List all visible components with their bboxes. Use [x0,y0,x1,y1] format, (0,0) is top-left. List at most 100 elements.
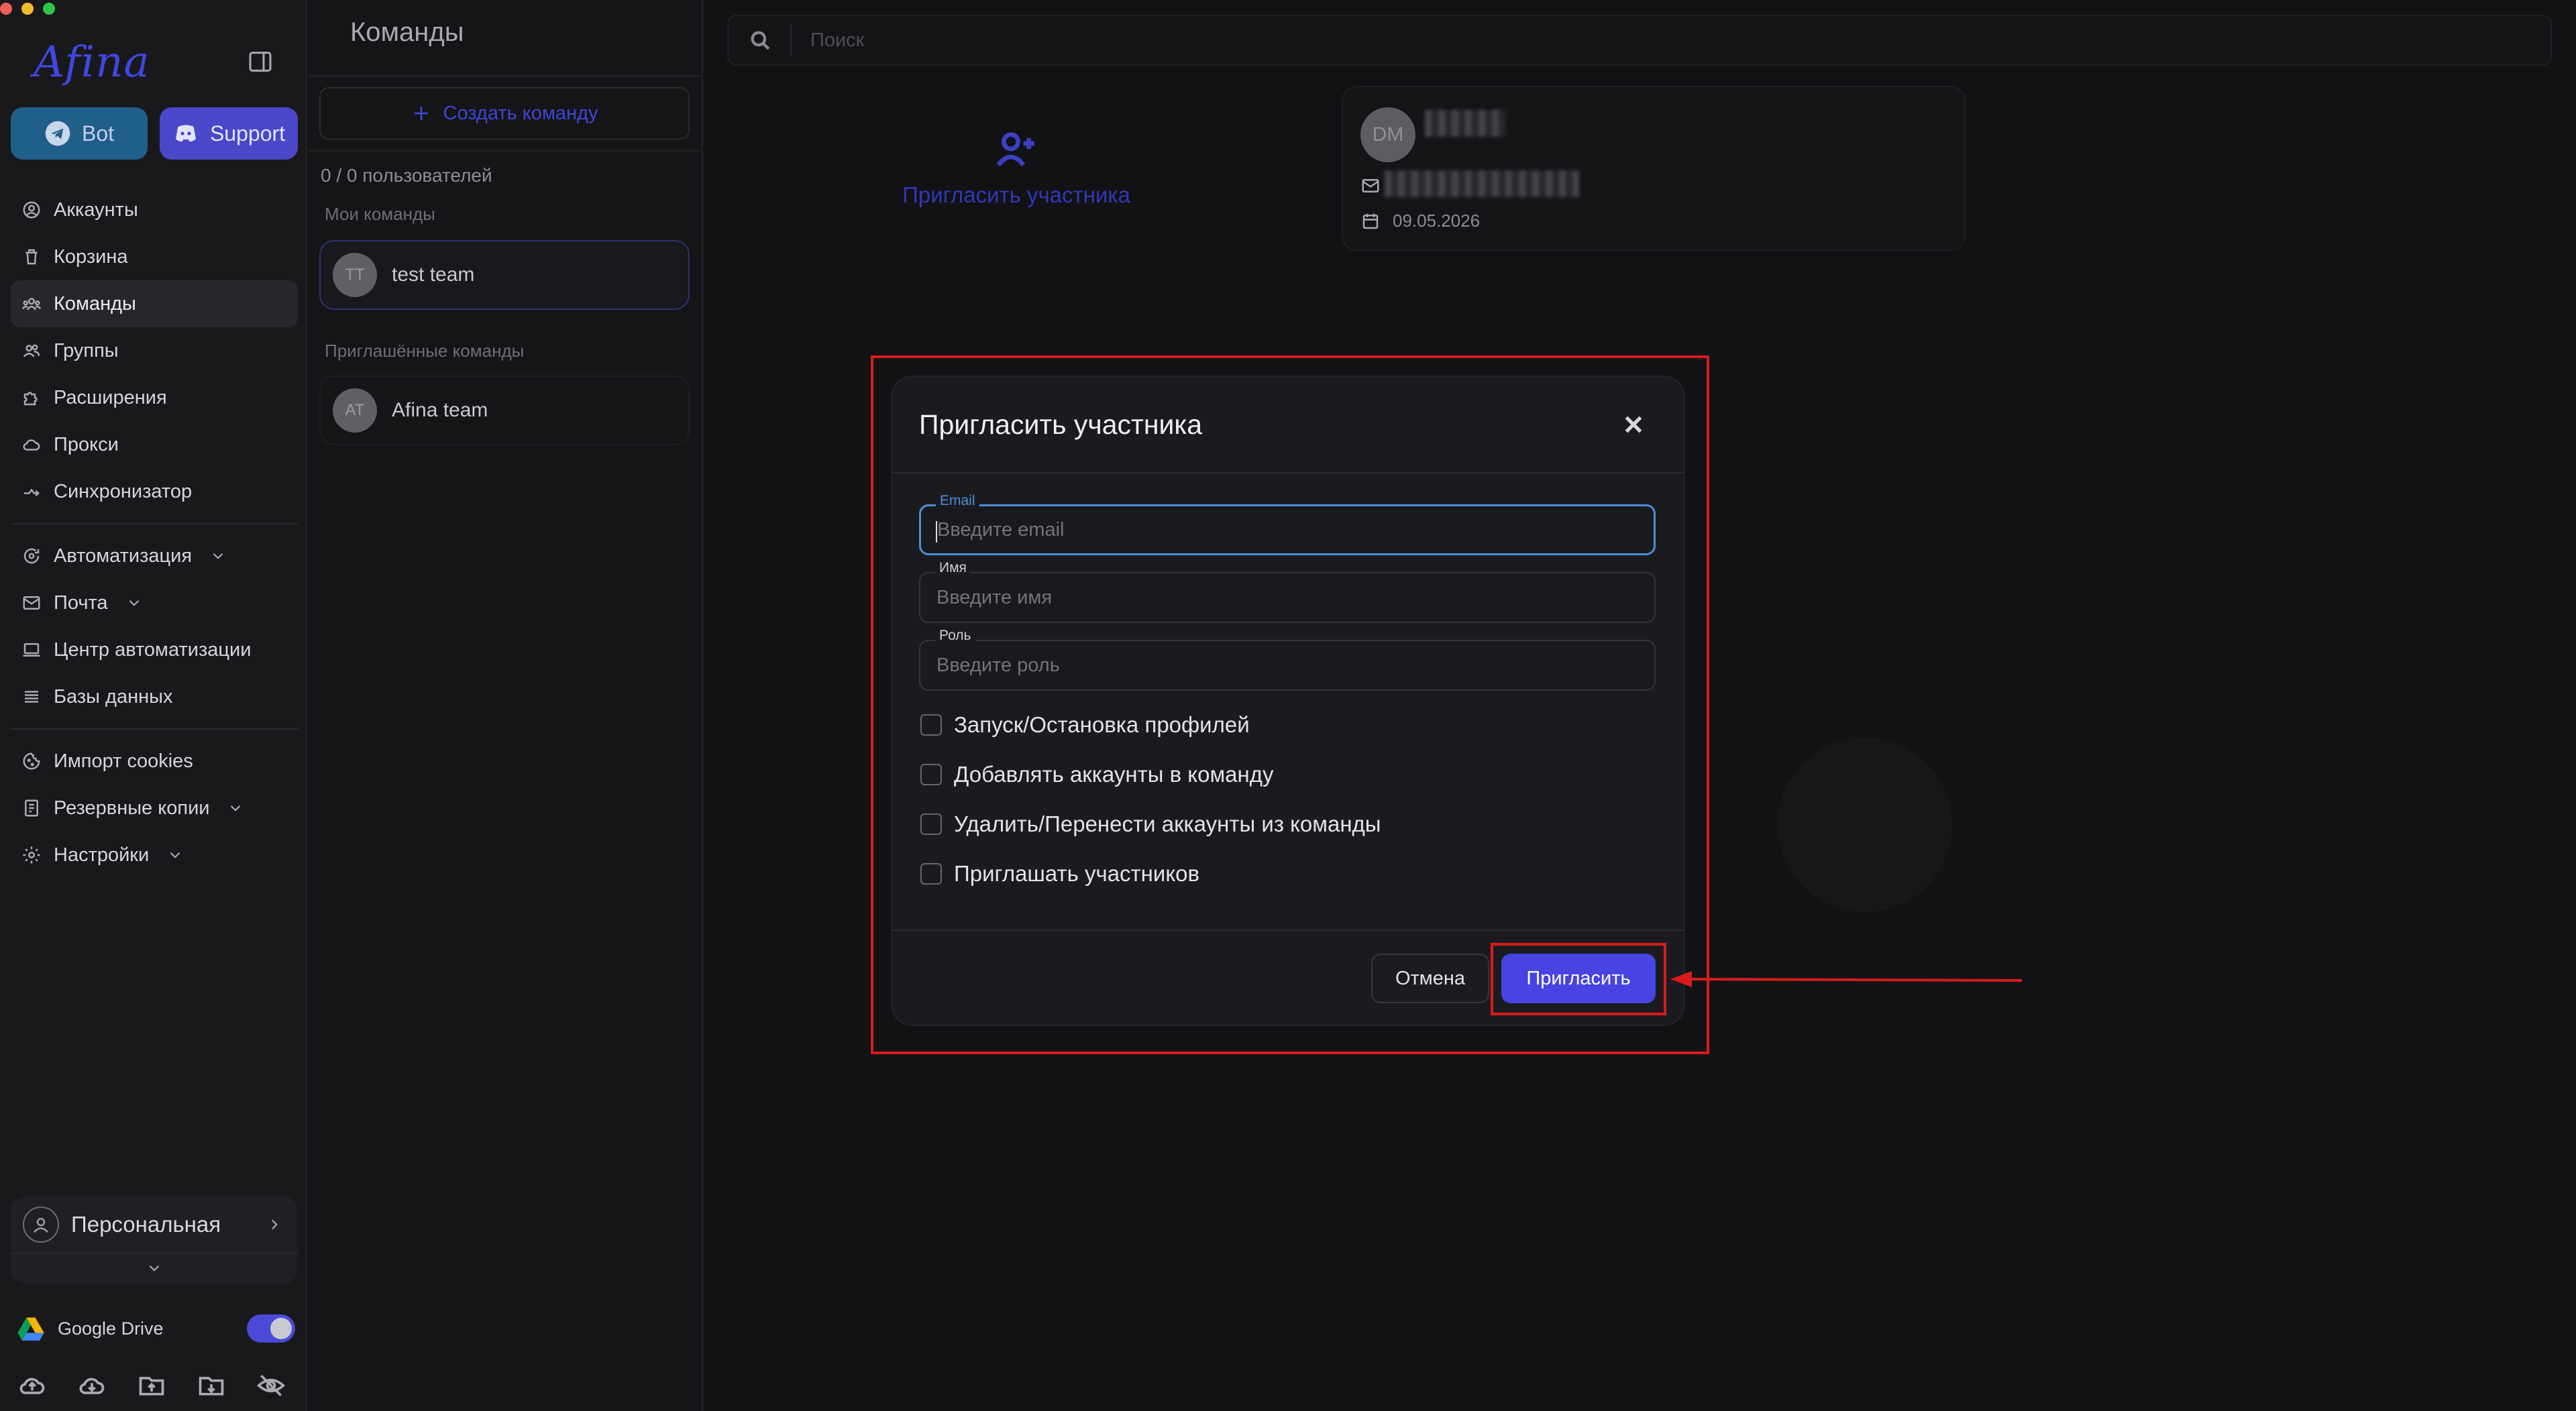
sidebar-item-settings[interactable]: Настройки [11,832,298,879]
sidebar-divider [11,523,298,524]
window-controls [0,3,55,15]
invite-member-card[interactable]: Пригласить участника [885,127,1147,221]
laptop-icon [23,643,40,657]
gear-icon [23,846,40,864]
automation-icon [23,548,40,564]
close-window-button[interactable] [0,3,12,15]
email-field[interactable]: Email [919,493,1656,555]
cloud-upload-icon[interactable] [17,1371,47,1400]
role-field[interactable]: Роль [919,628,1656,691]
sidebar-item-databases[interactable]: Базы данных [11,673,298,720]
google-drive-icon [17,1317,44,1341]
create-team-button[interactable]: Создать команду [319,87,690,139]
chevron-down-icon [231,805,241,811]
minimize-window-button[interactable] [21,3,34,15]
member-email-redacted [1385,170,1579,197]
workspace-row[interactable]: Персональная [11,1196,298,1254]
team-icon [21,298,42,311]
sidebar-toggle-icon[interactable] [247,48,274,75]
cloud-download-icon[interactable] [77,1371,107,1400]
sidebar-item-mail[interactable]: Почта [11,579,298,626]
checkbox[interactable] [920,863,942,885]
sidebar-item-automation-center[interactable]: Центр автоматизации [11,626,298,673]
plus-icon [414,107,428,120]
sidebar-item-automation[interactable]: Автоматизация [11,532,298,579]
calendar-icon [1362,213,1379,229]
close-icon[interactable] [1619,410,1648,439]
text-caret [936,521,937,543]
checkbox-label: Запуск/Остановка профилей [954,712,1250,737]
search-bar[interactable]: Поиск [727,15,2552,66]
sidebar-item-backups[interactable]: Резервные копии [11,785,298,832]
app-window: Afina Bot Support Аккаунты Корзина Коман… [0,0,2576,1411]
checkbox[interactable] [920,714,942,736]
sidebar-item-label: Базы данных [54,685,173,708]
chevron-down-icon [170,852,180,858]
create-team-label: Создать команду [443,102,598,124]
cloud-icon [23,439,40,451]
puzzle-icon [23,392,38,406]
modal-divider [892,472,1684,473]
sidebar-item-label: Автоматизация [54,545,193,567]
bot-button[interactable]: Bot [11,107,148,160]
role-input[interactable] [920,641,1654,689]
email-input[interactable] [921,506,1654,553]
backup-icon [25,799,38,817]
cookie-icon [23,752,40,770]
permission-add-accounts-checkbox[interactable]: Добавлять аккаунты в команду [920,762,1274,787]
annotation-arrow [1670,971,2023,987]
sidebar-item-proxy[interactable]: Прокси [11,421,298,468]
divider [309,150,703,152]
search-separator [790,23,792,57]
support-button[interactable]: Support [160,107,298,160]
sync-icon [23,488,40,497]
eye-off-icon[interactable] [256,1371,286,1400]
app-logo: Afina [34,38,150,87]
folder-download-icon[interactable] [197,1371,226,1400]
chevron-down-icon [213,553,223,559]
permission-start-stop-checkbox[interactable]: Запуск/Остановка профилей [920,712,1250,738]
sidebar-item-teams[interactable]: Команды [11,280,298,327]
sidebar-item-label: Команды [54,292,136,315]
user-plus-icon [996,132,1034,167]
sidebar-item-label: Группы [54,339,119,361]
list-icon [25,691,38,703]
discord-icon [175,125,196,142]
sidebar-divider [11,728,298,730]
member-date-row: 09.05.2026 [1360,211,1480,231]
cancel-button[interactable]: Отмена [1371,954,1489,1003]
sidebar-item-label: Почта [54,591,108,614]
name-field[interactable]: Имя [919,560,1656,623]
invite-member-label: Пригласить участника [902,182,1130,207]
sidebar-item-accounts[interactable]: Аккаунты [11,186,298,233]
sidebar-item-import-cookies[interactable]: Импорт cookies [11,738,298,785]
team-item[interactable]: TT test team [319,240,690,310]
checkbox[interactable] [920,764,942,785]
google-drive-toggle[interactable] [247,1314,295,1343]
sidebar-item-groups[interactable]: Группы [11,327,298,374]
team-avatar: AT [333,388,377,433]
sidebar-item-label: Импорт cookies [54,750,193,772]
name-input[interactable] [920,573,1654,622]
team-name: test team [392,264,475,286]
sidebar-item-trash[interactable]: Корзина [11,233,298,280]
sidebar-item-label: Резервные копии [54,797,210,819]
sidebar-item-label: Синхронизатор [54,480,193,502]
sidebar-item-label: Аккаунты [54,199,138,221]
permission-invite-members-checkbox[interactable]: Приглашать участников [920,861,1199,887]
users-count: 0 / 0 пользователей [321,165,492,186]
checkbox[interactable] [920,813,942,835]
workspace-switcher[interactable]: Персональная [11,1196,298,1284]
folder-upload-icon[interactable] [137,1371,166,1400]
team-item[interactable]: AT Afina team [319,376,690,445]
invite-button-highlight-box [1491,943,1666,1015]
checkbox-label: Приглашать участников [954,861,1200,886]
maximize-window-button[interactable] [43,3,55,15]
search-input[interactable]: Поиск [810,30,864,52]
permission-remove-accounts-checkbox[interactable]: Удалить/Перенести аккаунты из команды [920,811,1381,837]
sidebar-item-synchronizer[interactable]: Синхронизатор [11,468,298,515]
sidebar-item-extensions[interactable]: Расширения [11,374,298,421]
sidebar-item-label: Расширения [54,386,167,408]
sidebar-item-label: Прокси [54,433,119,455]
workspace-expand[interactable] [11,1254,298,1282]
